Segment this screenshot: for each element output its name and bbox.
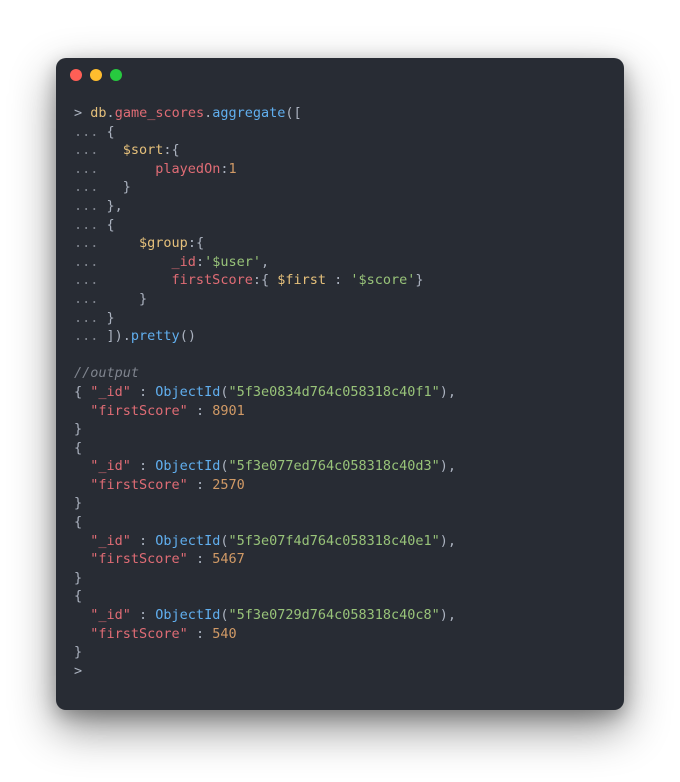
maximize-icon[interactable] (110, 69, 122, 81)
collection-token: game_scores (115, 105, 204, 121)
output-line: } (74, 643, 606, 662)
db-token: db (90, 105, 106, 121)
id-field: "_id" (90, 533, 131, 549)
firstscore-field: "firstScore" (90, 477, 188, 493)
minimize-icon[interactable] (90, 69, 102, 81)
sort-operator: $sort (123, 142, 164, 158)
continuation: ... (74, 198, 98, 214)
code-line: ... _id:'$user', (74, 253, 606, 272)
code-block: > db.game_scores.aggregate([... {... $so… (56, 92, 624, 710)
output-line: { (74, 513, 606, 532)
output-line: "firstScore" : 5467 (74, 550, 606, 569)
continuation: ... (74, 254, 98, 270)
prompt: > (74, 105, 82, 121)
code-line: ... { (74, 123, 606, 142)
pretty-func: pretty (131, 328, 180, 344)
first-arg: '$score' (350, 272, 415, 288)
output-comment: //output (74, 364, 606, 383)
continuation: ... (74, 161, 98, 177)
code-line: ... } (74, 309, 606, 328)
output-line: { (74, 439, 606, 458)
code-line: ... } (74, 290, 606, 309)
sort-key: playedOn (155, 161, 220, 177)
id-field: "_id" (90, 384, 131, 400)
code-line: ... { (74, 216, 606, 235)
firstscore-value: 2570 (212, 477, 245, 493)
output-line: "firstScore" : 540 (74, 625, 606, 644)
objectid-type: ObjectId (155, 458, 220, 474)
output-line: } (74, 569, 606, 588)
firstscore-value: 5467 (212, 551, 245, 567)
firstscore-value: 540 (212, 626, 236, 642)
output-line: { (74, 587, 606, 606)
firstscore-field: "firstScore" (90, 551, 188, 567)
output-line: "_id" : ObjectId("5f3e077ed764c058318c40… (74, 457, 606, 476)
terminal-window: > db.game_scores.aggregate([... {... $so… (56, 58, 624, 710)
firstscore-field: "firstScore" (90, 626, 188, 642)
continuation: ... (74, 142, 98, 158)
code-line (74, 346, 606, 365)
continuation: ... (74, 235, 98, 251)
objectid-value: "5f3e0834d764c058318c40f1" (228, 384, 439, 400)
code-line: > db.game_scores.aggregate([ (74, 104, 606, 123)
continuation: ... (74, 179, 98, 195)
code-line: ... $group:{ (74, 234, 606, 253)
output-line: "_id" : ObjectId("5f3e07f4d764c058318c40… (74, 532, 606, 551)
objectid-value: "5f3e077ed764c058318c40d3" (228, 458, 439, 474)
output-line: } (74, 420, 606, 439)
firstscore-value: 8901 (212, 403, 245, 419)
continuation: ... (74, 328, 98, 344)
continuation: ... (74, 291, 98, 307)
objectid-type: ObjectId (155, 533, 220, 549)
code-line: ... playedOn:1 (74, 160, 606, 179)
id-field: "_id" (90, 607, 131, 623)
code-line: ... } (74, 178, 606, 197)
continuation: ... (74, 272, 98, 288)
group-operator: $group (139, 235, 188, 251)
output-line: "firstScore" : 2570 (74, 476, 606, 495)
continuation: ... (74, 124, 98, 140)
id-value: '$user' (204, 254, 261, 270)
code-line: > (74, 662, 606, 681)
objectid-value: "5f3e07f4d764c058318c40e1" (228, 533, 439, 549)
sort-value: 1 (228, 161, 236, 177)
output-line: "firstScore" : 8901 (74, 402, 606, 421)
continuation: ... (74, 310, 98, 326)
code-line: ... firstScore:{ $first : '$score'} (74, 271, 606, 290)
code-line: ... ]).pretty() (74, 327, 606, 346)
firstscore-key: firstScore (172, 272, 253, 288)
firstscore-field: "firstScore" (90, 403, 188, 419)
window-titlebar (56, 58, 624, 92)
output-line: "_id" : ObjectId("5f3e0729d764c058318c40… (74, 606, 606, 625)
code-line: ... }, (74, 197, 606, 216)
continuation: ... (74, 217, 98, 233)
objectid-type: ObjectId (155, 384, 220, 400)
id-field: "_id" (90, 458, 131, 474)
code-line: ... $sort:{ (74, 141, 606, 160)
output-line: { "_id" : ObjectId("5f3e0834d764c058318c… (74, 383, 606, 402)
aggregate-func: aggregate (212, 105, 285, 121)
objectid-value: "5f3e0729d764c058318c40c8" (228, 607, 439, 623)
output-line: } (74, 494, 606, 513)
first-operator: $first (277, 272, 326, 288)
id-key: _id (172, 254, 196, 270)
close-icon[interactable] (70, 69, 82, 81)
prompt: > (74, 663, 82, 679)
objectid-type: ObjectId (155, 607, 220, 623)
